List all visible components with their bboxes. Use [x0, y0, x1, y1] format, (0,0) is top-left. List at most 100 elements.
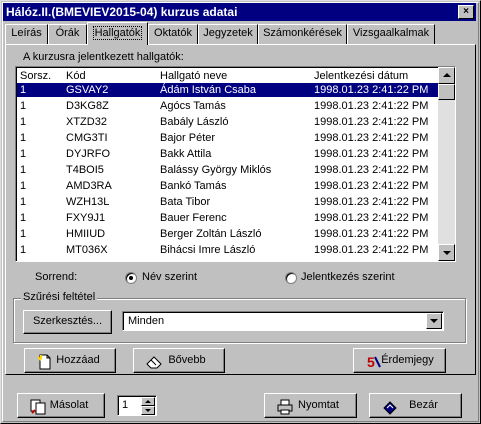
- cell-kod: MT036X: [66, 244, 108, 256]
- list-item[interactable]: 1 WZH13L Bata Tibor 1998.01.23 2:41:22 PM: [17, 195, 438, 209]
- cell-kod: HMIIUD: [66, 228, 106, 240]
- copy-icon: [30, 399, 46, 415]
- cell-nev: Babály László: [160, 116, 229, 128]
- tab-szamonkeresek[interactable]: Számonkérések: [258, 24, 347, 44]
- list-item[interactable]: 1 T4BOI5 Balássy György Miklós 1998.01.23 2…: [17, 163, 438, 177]
- tab-leiras[interactable]: Leírás: [5, 24, 48, 44]
- chevron-down-icon[interactable]: [426, 313, 442, 329]
- cell-kod: T4BOI5: [66, 164, 104, 176]
- list-item[interactable]: 1 FXY9J1 Bauer Ferenc 1998.01.23 2:41:22 PM: [17, 211, 438, 225]
- list-item[interactable]: 1 CMG3TI Bajor Péter 1998.01.23 2:41:22 PM: [17, 131, 438, 145]
- cell-sorsz: 1: [20, 228, 27, 240]
- cell-datum: 1998.01.23 2:41:22 PM: [314, 196, 429, 208]
- filter-combo-value: Minden: [128, 315, 165, 327]
- list-item[interactable]: 1 AMD3RA Bankó Tamás 1998.01.23 2:41:22 PM: [17, 179, 438, 193]
- cell-nev: Bajor Péter: [160, 132, 216, 144]
- eraser-icon: [146, 356, 162, 369]
- cell-datum: 1998.01.23 2:41:22 PM: [314, 84, 429, 96]
- window-title: Hálóz.II.(BMEVIEV2015-04) kurzus adatai: [6, 5, 238, 19]
- scroll-up-button[interactable]: [438, 67, 455, 84]
- close-button[interactable]: Bezár: [369, 393, 462, 418]
- list-scrollbar[interactable]: [438, 67, 455, 261]
- radio-name-order[interactable]: [125, 272, 137, 284]
- cell-nev: Berger Zoltán László: [160, 228, 262, 240]
- list-item[interactable]: 1 DYJRFO Bakk Attila 1998.01.23 2:41:22 PM: [17, 147, 438, 161]
- cell-datum: 1998.01.23 2:41:22 PM: [314, 180, 429, 192]
- cell-sorsz: 1: [20, 244, 27, 256]
- cell-sorsz: 1: [20, 84, 27, 96]
- scroll-thumb[interactable]: [438, 84, 455, 100]
- cell-datum: 1998.01.23 2:41:22 PM: [314, 100, 429, 112]
- list-item[interactable]: 1 GSVAY2 Ádám István Csaba 1998.01.23 2:41:…: [17, 83, 438, 97]
- cell-sorsz: 1: [20, 116, 27, 128]
- print-button[interactable]: Nyomtat: [264, 393, 357, 418]
- radio-signup-order-label[interactable]: Jelentkezés szerint: [301, 271, 395, 283]
- filter-group-label: Szűrési feltétel: [21, 291, 98, 303]
- title-bar[interactable]: Hálóz.II.(BMEVIEV2015-04) kurzus adatai …: [3, 3, 476, 21]
- cell-nev: Agócs Tamás: [160, 100, 226, 112]
- cell-sorsz: 1: [20, 132, 27, 144]
- students-list[interactable]: Sorsz. Kód Hallgató neve Jelentkezési dá…: [15, 66, 456, 262]
- header-sorsz: Sorsz.: [20, 70, 52, 82]
- header-nev: Hallgató neve: [160, 70, 228, 82]
- cell-datum: 1998.01.23 2:41:22 PM: [314, 116, 429, 128]
- cell-kod: GSVAY2: [66, 84, 109, 96]
- cell-nev: Balássy György Miklós: [160, 164, 272, 176]
- radio-signup-order[interactable]: [285, 272, 297, 284]
- copy-button[interactable]: Másolat: [17, 393, 105, 418]
- list-item[interactable]: 1 XTZD32 Babály László 1998.01.23 2:41:22 P…: [17, 115, 438, 129]
- filter-combo[interactable]: Minden: [122, 311, 444, 331]
- scroll-down-button[interactable]: [438, 244, 455, 261]
- cell-nev: Bauer Ferenc: [160, 212, 227, 224]
- header-datum: Jelentkezési dátum: [314, 70, 409, 82]
- cell-datum: 1998.01.23 2:41:22 PM: [314, 148, 429, 160]
- cell-datum: 1998.01.23 2:41:22 PM: [314, 228, 429, 240]
- cell-nev: Bankó Tamás: [160, 180, 227, 192]
- cell-datum: 1998.01.23 2:41:22 PM: [314, 164, 429, 176]
- grade-five-icon: 5: [367, 354, 381, 370]
- spin-up-button[interactable]: [141, 397, 155, 406]
- tab-hallgatok[interactable]: Hallgatók: [87, 22, 148, 45]
- list-item[interactable]: 1 D3KG8Z Agócs Tamás 1998.01.23 2:41:22 PM: [17, 99, 438, 113]
- add-button[interactable]: Hozzáad: [24, 348, 116, 373]
- cell-nev: Ádám István Csaba: [160, 84, 256, 96]
- cell-sorsz: 1: [20, 180, 27, 192]
- close-door-icon: [383, 401, 397, 415]
- cell-kod: FXY9J1: [66, 212, 106, 224]
- cell-sorsz: 1: [20, 164, 27, 176]
- cell-kod: AMD3RA: [66, 180, 112, 192]
- tab-vizsgaalkalmak[interactable]: Vizsgaalkalmak: [347, 24, 435, 44]
- cell-sorsz: 1: [20, 100, 27, 112]
- tab-jegyzetek[interactable]: Jegyzetek: [198, 24, 258, 44]
- copies-spinner[interactable]: 1: [117, 395, 157, 416]
- radio-name-order-label[interactable]: Név szerint: [142, 271, 197, 283]
- close-window-button[interactable]: ×: [458, 5, 474, 19]
- list-item[interactable]: 1 MT036X Bihácsi Imre László 1998.01.23 2:4…: [17, 243, 438, 257]
- cell-kod: D3KG8Z: [66, 100, 109, 112]
- list-caption: A kurzusra jelentkezett hallgatók:: [23, 51, 184, 63]
- cell-datum: 1998.01.23 2:41:22 PM: [314, 132, 429, 144]
- cell-kod: WZH13L: [66, 196, 110, 208]
- new-document-icon: [37, 354, 51, 370]
- cell-sorsz: 1: [20, 148, 27, 160]
- copies-value: 1: [122, 399, 129, 411]
- tab-orak[interactable]: Órák: [48, 24, 87, 44]
- header-kod: Kód: [66, 70, 86, 82]
- more-button[interactable]: Bővebb: [133, 348, 225, 373]
- cell-nev: Bata Tibor: [160, 196, 211, 208]
- list-item[interactable]: 1 HMIIUD Berger Zoltán László 1998.01.23 2:…: [17, 227, 438, 241]
- cell-kod: CMG3TI: [66, 132, 108, 144]
- list-header: Sorsz. Kód Hallgató neve Jelentkezési dá…: [17, 69, 438, 83]
- cell-nev: Bakk Attila: [160, 148, 212, 160]
- printer-icon: [277, 399, 293, 415]
- spin-down-button[interactable]: [141, 406, 155, 415]
- sort-label: Sorrend:: [35, 271, 78, 283]
- edit-filter-button[interactable]: Szerkesztés...: [23, 310, 112, 334]
- cell-kod: DYJRFO: [66, 148, 110, 160]
- cell-sorsz: 1: [20, 196, 27, 208]
- cell-nev: Bihácsi Imre László: [160, 244, 256, 256]
- cell-sorsz: 1: [20, 212, 27, 224]
- cell-datum: 1998.01.23 2:41:22 PM: [314, 244, 429, 256]
- grade-button[interactable]: 5 Érdemjegy: [353, 348, 446, 373]
- tab-oktatok[interactable]: Oktatók: [148, 24, 198, 44]
